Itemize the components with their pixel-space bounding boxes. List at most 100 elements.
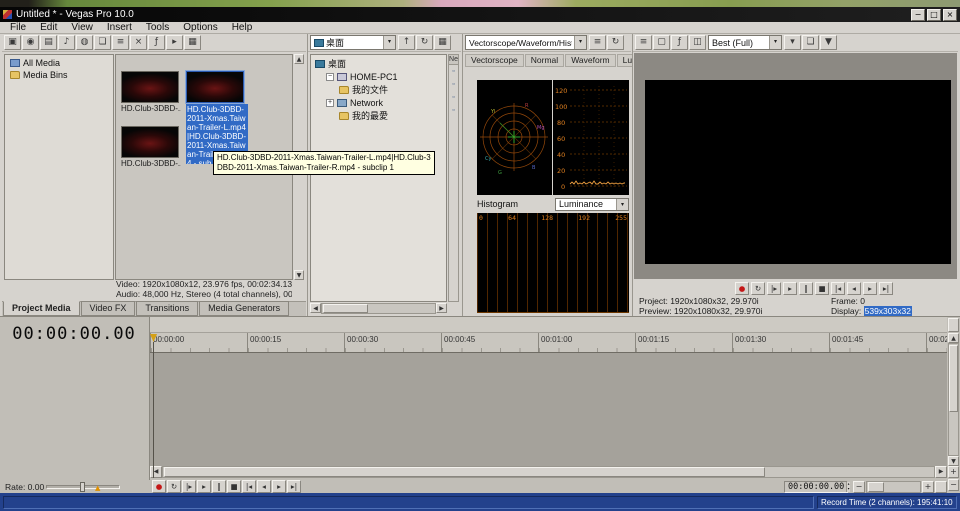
scrollbar-thumb[interactable] <box>164 467 765 477</box>
tree-item-all-media[interactable]: All Media <box>5 57 113 69</box>
preview-pause-button[interactable]: ‖ <box>799 282 813 295</box>
tab-video-fx[interactable]: Video FX <box>81 301 136 316</box>
media-clip-3[interactable]: HD.Club-3DBD-... <box>121 126 183 168</box>
preview-play-from-start-button[interactable]: |▸ <box>767 282 781 295</box>
chevron-down-icon[interactable]: ▾ <box>616 199 628 210</box>
playhead-line[interactable] <box>153 342 154 478</box>
tree-item-my-documents[interactable]: 我的文件 <box>311 83 446 96</box>
media-fx-button[interactable]: ƒ <box>148 35 165 50</box>
cursor-position-box[interactable]: 00:00:00.00 ▴ ▾ <box>784 481 848 493</box>
timeline-vertical-scrollbar[interactable]: ▲ ▼ <box>948 333 959 466</box>
close-button[interactable]: × <box>943 9 957 21</box>
track-area[interactable] <box>150 353 947 466</box>
scroll-up-icon[interactable]: ▲ <box>948 333 959 343</box>
timeline-play-button[interactable]: ▸ <box>197 480 211 493</box>
timeline-play-from-start-button[interactable]: |▸ <box>182 480 196 493</box>
timeline-pause-button[interactable]: ‖ <box>212 480 226 493</box>
menu-options[interactable]: Options <box>176 22 224 34</box>
copy-snapshot-button[interactable]: ❏ <box>802 35 819 50</box>
timeline-corner-button[interactable] <box>948 318 959 332</box>
preview-record-button[interactable]: ● <box>735 282 749 295</box>
timeline-loop-button[interactable]: ↻ <box>167 480 181 493</box>
up-one-level-button[interactable]: ↑ <box>398 35 415 50</box>
remove-media-button[interactable]: × <box>130 35 147 50</box>
menu-view[interactable]: View <box>64 22 100 34</box>
chevron-down-icon[interactable]: ▾ <box>574 36 586 49</box>
media-properties-button[interactable]: ≡ <box>112 35 129 50</box>
menu-insert[interactable]: Insert <box>100 22 139 34</box>
explorer-address-select[interactable]: 桌面 ▾ <box>310 35 396 50</box>
chevron-down-icon[interactable]: ▾ <box>383 36 395 49</box>
expand-icon[interactable]: + <box>326 99 334 107</box>
scrollbar-track[interactable] <box>162 466 935 478</box>
timeline-stop-button[interactable]: ■ <box>227 480 241 493</box>
overlays-button[interactable]: ▾ <box>784 35 801 50</box>
zoom-thumb[interactable] <box>868 482 884 492</box>
media-clip-1[interactable]: HD.Club-3DBD-... <box>121 71 183 113</box>
scrollbar-track[interactable] <box>948 343 959 456</box>
tree-item-network[interactable]: + Network <box>311 96 446 109</box>
preview-go-end-button[interactable]: ▸| <box>879 282 893 295</box>
tab-project-media[interactable]: Project Media <box>3 301 80 316</box>
timeline-ruler[interactable]: 00:00:00 00:00:15 00:00:30 00:00:45 00:0… <box>150 333 947 353</box>
views-button[interactable]: ▦ <box>434 35 451 50</box>
marker-bar[interactable] <box>150 317 947 333</box>
column-header-name[interactable]: Ne <box>449 55 458 65</box>
clip-thumbnail[interactable] <box>121 71 179 103</box>
scroll-down-icon[interactable]: ▼ <box>294 270 304 280</box>
capture-video-button[interactable]: ◉ <box>22 35 39 50</box>
save-snapshot-button[interactable]: ▼ <box>820 35 837 50</box>
track-zoom-out-button[interactable]: − <box>948 479 959 491</box>
scrollbar-track[interactable] <box>321 303 436 314</box>
timeline-next-frame-button[interactable]: ▸ <box>272 480 286 493</box>
external-monitor-button[interactable]: ▢ <box>653 35 670 50</box>
tab-transitions[interactable]: Transitions <box>136 301 198 316</box>
zoom-in-button[interactable]: + <box>922 481 934 493</box>
spin-down-icon[interactable]: ▾ <box>847 487 850 492</box>
new-bin-button[interactable]: ❏ <box>94 35 111 50</box>
scope-tab-waveform[interactable]: Waveform <box>565 54 615 67</box>
collapse-icon[interactable]: − <box>326 73 334 81</box>
extract-audio-button[interactable]: ♪ <box>58 35 75 50</box>
preview-loop-button[interactable]: ↻ <box>751 282 765 295</box>
zoom-tool-button[interactable] <box>935 481 947 493</box>
timeline-prev-frame-button[interactable]: ◂ <box>257 480 271 493</box>
menu-edit[interactable]: Edit <box>33 22 64 34</box>
menu-file[interactable]: File <box>3 22 33 34</box>
scrollbar-thumb[interactable] <box>949 345 958 412</box>
preview-next-frame-button[interactable]: ▸ <box>863 282 877 295</box>
clip-thumbnail[interactable] <box>186 71 244 103</box>
minimize-button[interactable]: − <box>911 9 925 21</box>
explorer-scrollbar[interactable]: ◀ ▶ <box>310 303 447 314</box>
get-media-web-button[interactable]: ◍ <box>76 35 93 50</box>
scroll-left-icon[interactable]: ◀ <box>150 466 162 478</box>
zoom-out-button[interactable]: − <box>853 481 865 493</box>
split-screen-button[interactable]: ◫ <box>689 35 706 50</box>
timeline-record-button[interactable]: ● <box>152 480 166 493</box>
track-header-divider[interactable] <box>149 317 150 480</box>
scroll-left-icon[interactable]: ◀ <box>310 303 321 313</box>
project-properties-button[interactable]: ≡ <box>635 35 652 50</box>
timeline-go-end-button[interactable]: ▸| <box>287 480 301 493</box>
tree-item-desktop[interactable]: 桌面 <box>311 57 446 70</box>
scope-layout-select[interactable]: Vectorscope/Waveform/Histogram ▾ <box>465 35 587 50</box>
refresh-scopes-button[interactable]: ↻ <box>607 35 624 50</box>
scroll-right-icon[interactable]: ▶ <box>436 303 447 313</box>
chevron-down-icon[interactable]: ▾ <box>769 36 781 49</box>
spin-buttons[interactable]: ▴ ▾ <box>846 482 850 492</box>
scroll-up-icon[interactable]: ▲ <box>294 54 304 64</box>
rate-slider-thumb[interactable] <box>80 482 85 492</box>
scrollbar-thumb[interactable] <box>323 304 368 313</box>
preview-prev-frame-button[interactable]: ◂ <box>847 282 861 295</box>
scope-settings-button[interactable]: ≡ <box>589 35 606 50</box>
preview-quality-select[interactable]: Best (Full) ▾ <box>708 35 782 50</box>
refresh-button[interactable]: ↻ <box>416 35 433 50</box>
histogram-channel-select[interactable]: Luminance ▾ <box>555 198 629 211</box>
tree-item-home-pc1[interactable]: − HOME-PC1 <box>311 70 446 83</box>
scope-tab-vectorscope[interactable]: Vectorscope <box>465 54 524 67</box>
video-fx-button[interactable]: ƒ <box>671 35 688 50</box>
tree-item-favorites[interactable]: 我的最愛 <box>311 109 446 122</box>
scroll-right-icon[interactable]: ▶ <box>935 466 947 478</box>
menu-help[interactable]: Help <box>225 22 260 34</box>
preview-media-button[interactable]: ▸ <box>166 35 183 50</box>
